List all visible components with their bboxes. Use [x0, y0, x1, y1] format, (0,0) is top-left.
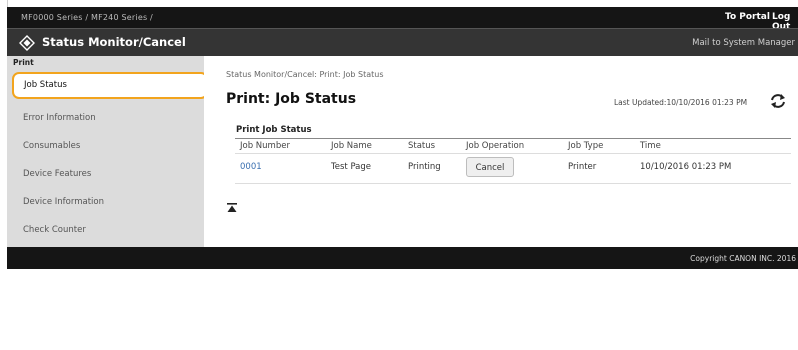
sidebar-item-consumables[interactable]: Consumables — [13, 133, 198, 159]
device-breadcrumb: MF0000 Series / MF240 Series / — [21, 13, 153, 22]
sidebar-item-job-status[interactable]: Job Status — [12, 72, 208, 99]
sidebar-item-check-counter[interactable]: Check Counter — [13, 217, 198, 243]
sidebar: Print Job Status Error Information Consu… — [7, 56, 208, 247]
blank-area — [7, 269, 798, 350]
job-status: Printing — [408, 162, 441, 172]
sidebar-item-error-information[interactable]: Error Information — [13, 105, 198, 131]
page-title: Print: Job Status — [226, 91, 357, 107]
copyright-text: Copyright CANON INC. 2016 — [690, 254, 796, 263]
cancel-button[interactable]: Cancel — [466, 157, 514, 177]
job-number-link[interactable]: 0001 — [240, 162, 262, 172]
table-row: 0001 Test Page Printing Cancel Printer 1… — [235, 152, 791, 184]
col-job-name: Job Name — [331, 141, 372, 151]
sidebar-item-device-features[interactable]: Device Features — [13, 161, 198, 187]
col-time: Time — [640, 141, 661, 151]
col-job-number: Job Number — [240, 141, 290, 151]
to-portal-link[interactable]: To Portal — [725, 12, 770, 22]
print-job-status-section: Print Job Status Job Number Job Name Sta… — [235, 125, 791, 184]
col-status: Status — [408, 141, 436, 151]
sidebar-item-device-information[interactable]: Device Information — [13, 189, 198, 215]
page-breadcrumb: Status Monitor/Cancel: Print: Job Status — [226, 70, 384, 79]
job-time: 10/10/2016 01:23 PM — [640, 162, 732, 172]
last-updated-text: Last Updated:10/10/2016 01:23 PM — [614, 98, 748, 107]
col-job-type: Job Type — [568, 141, 604, 151]
title-bar: Status Monitor/Cancel Mail to System Man… — [7, 28, 798, 57]
col-job-operation: Job Operation — [466, 141, 525, 151]
sidebar-heading: Print — [13, 58, 34, 67]
app-title: Status Monitor/Cancel — [42, 35, 186, 49]
section-title: Print Job Status — [236, 125, 312, 135]
canon-remote-ui-logo-icon — [19, 35, 35, 51]
refresh-icon[interactable] — [769, 92, 787, 110]
job-name: Test Page — [331, 162, 372, 172]
top-bar: MF0000 Series / MF240 Series / To Portal… — [7, 7, 798, 32]
main-content: Status Monitor/Cancel: Print: Job Status… — [204, 56, 798, 247]
mail-to-system-manager-link[interactable]: Mail to System Manager — [692, 38, 795, 48]
footer: Copyright CANON INC. 2016 — [7, 247, 798, 269]
job-type: Printer — [568, 162, 597, 172]
scroll-to-top-icon[interactable] — [227, 203, 237, 213]
